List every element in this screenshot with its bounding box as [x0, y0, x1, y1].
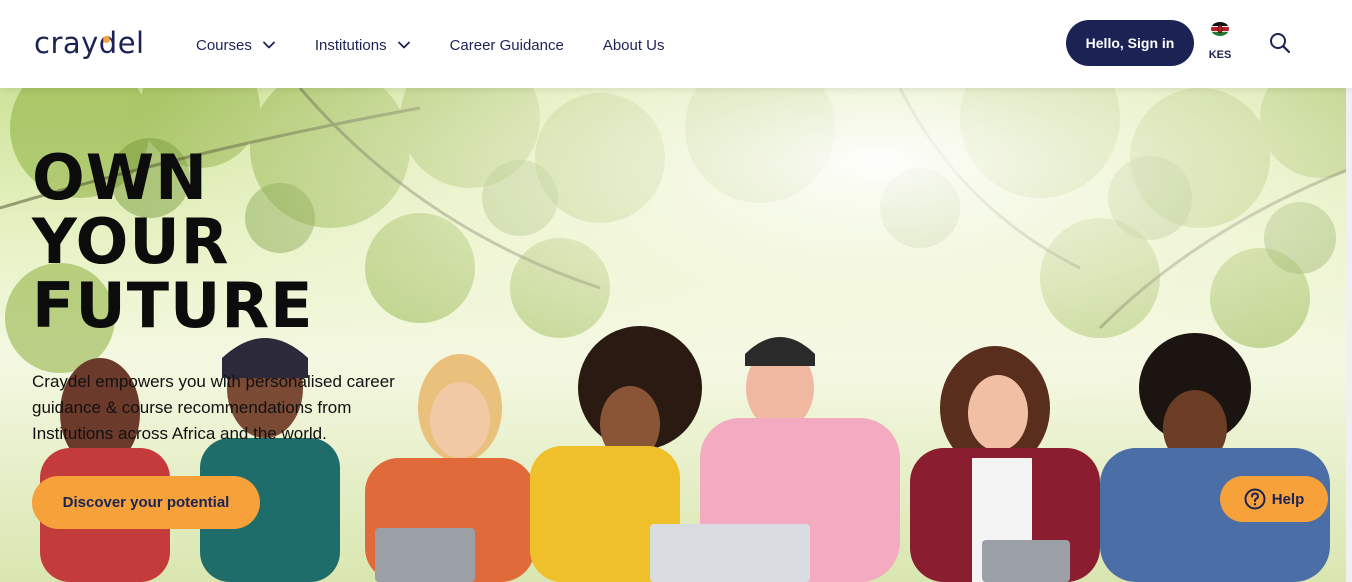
craydel-logo[interactable]: craydel — [34, 26, 145, 60]
site-header: craydel Courses Institutions Career Guid… — [0, 0, 1352, 88]
nav-item-label: Career Guidance — [449, 36, 564, 54]
discover-potential-button[interactable]: Discover your potential — [32, 476, 260, 529]
chevron-down-icon — [397, 41, 410, 49]
help-button[interactable]: Help — [1220, 476, 1328, 522]
headline-line: OWN — [32, 141, 208, 214]
hero-headline: OWN YOUR FUTURE — [32, 146, 313, 338]
headline-line: YOUR — [32, 205, 230, 278]
hero-section: OWN YOUR FUTURE Craydel empowers you wit… — [0, 88, 1352, 582]
question-circle-icon — [1244, 488, 1266, 510]
main-nav: Courses Institutions Career Guidance Abo… — [196, 34, 704, 56]
nav-item-label: About Us — [602, 36, 665, 54]
currency-label: KES — [1208, 49, 1232, 61]
nav-item-about-us[interactable]: About Us — [603, 34, 665, 56]
nav-item-institutions[interactable]: Institutions — [315, 34, 411, 56]
page-scrollbar[interactable] — [1346, 88, 1352, 582]
hero-subcopy: Craydel empowers you with personalised c… — [32, 372, 395, 443]
nav-item-label: Institutions — [314, 36, 387, 54]
nav-item-courses[interactable]: Courses — [196, 34, 276, 56]
search-icon[interactable] — [1268, 31, 1292, 55]
kenya-flag-icon — [1211, 22, 1229, 36]
headline-line: FUTURE — [32, 269, 314, 342]
nav-item-label: Courses — [196, 36, 252, 54]
help-label: Help — [1271, 490, 1305, 508]
nav-item-career-guidance[interactable]: Career Guidance — [450, 34, 564, 56]
sign-in-button[interactable]: Hello, Sign in — [1066, 20, 1194, 66]
currency-selector[interactable]: KES — [1206, 22, 1234, 61]
chevron-down-icon — [262, 41, 275, 49]
logo-accent-dot — [103, 36, 110, 43]
